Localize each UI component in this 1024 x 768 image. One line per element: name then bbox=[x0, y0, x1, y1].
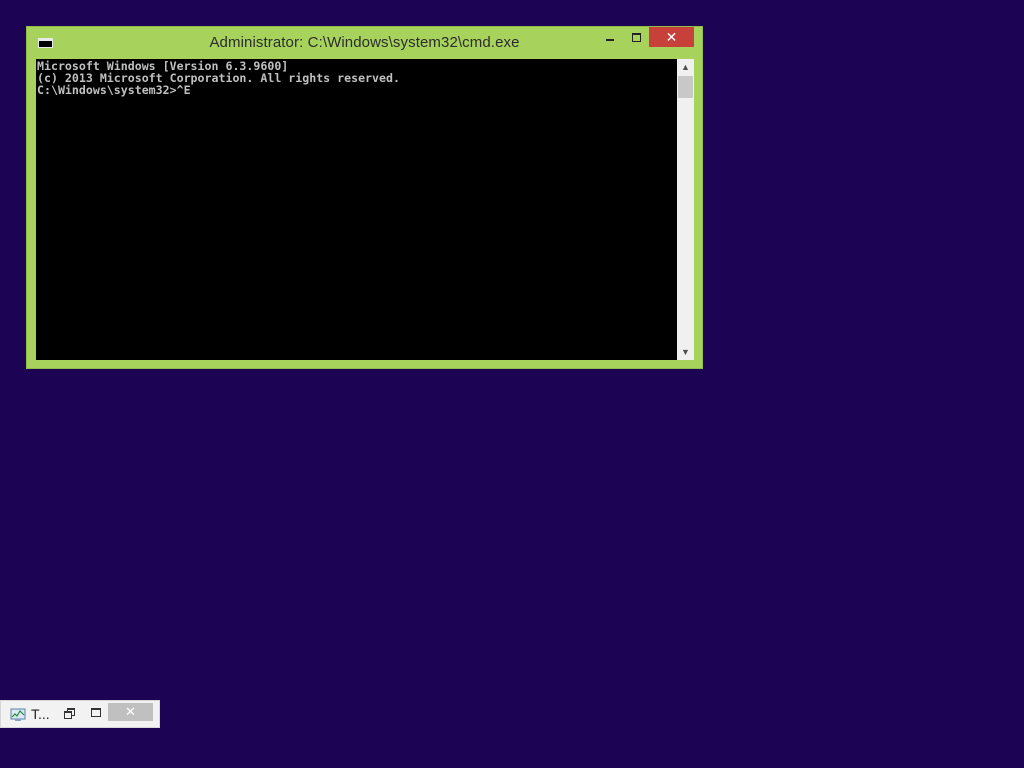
cmd-window[interactable]: Administrator: C:\Windows\system32\cmd.e… bbox=[26, 26, 703, 369]
minimized-window-label: T... bbox=[31, 706, 50, 722]
maximize-icon bbox=[91, 707, 101, 717]
minimized-task-manager-window[interactable]: T... ✕ bbox=[0, 700, 160, 728]
console-area[interactable]: Microsoft Windows [Version 6.3.9600] (c)… bbox=[36, 59, 677, 360]
maximize-button[interactable] bbox=[84, 703, 108, 721]
minimize-icon bbox=[606, 39, 614, 41]
maximize-button[interactable] bbox=[623, 27, 649, 47]
vertical-scrollbar[interactable]: ▲ ▼ bbox=[677, 59, 694, 360]
chevron-down-icon: ▼ bbox=[681, 347, 690, 357]
task-manager-icon bbox=[10, 708, 26, 721]
console-output: Microsoft Windows [Version 6.3.9600] (c)… bbox=[36, 59, 677, 96]
scroll-thumb[interactable] bbox=[678, 76, 693, 98]
scroll-down-button[interactable]: ▼ bbox=[677, 344, 694, 360]
scroll-up-button[interactable]: ▲ bbox=[677, 59, 694, 75]
close-button[interactable]: ✕ bbox=[649, 27, 694, 47]
close-button[interactable]: ✕ bbox=[108, 703, 153, 721]
close-icon: ✕ bbox=[125, 704, 136, 719]
chevron-up-icon: ▲ bbox=[681, 62, 690, 72]
title-bar[interactable]: Administrator: C:\Windows\system32\cmd.e… bbox=[27, 27, 702, 59]
minimize-button[interactable] bbox=[597, 27, 623, 47]
restore-button[interactable] bbox=[57, 703, 81, 721]
close-icon: ✕ bbox=[665, 28, 678, 45]
console-prompt-line: C:\Windows\system32>^E bbox=[37, 83, 191, 97]
maximize-icon bbox=[631, 32, 641, 42]
restore-icon bbox=[64, 707, 75, 719]
